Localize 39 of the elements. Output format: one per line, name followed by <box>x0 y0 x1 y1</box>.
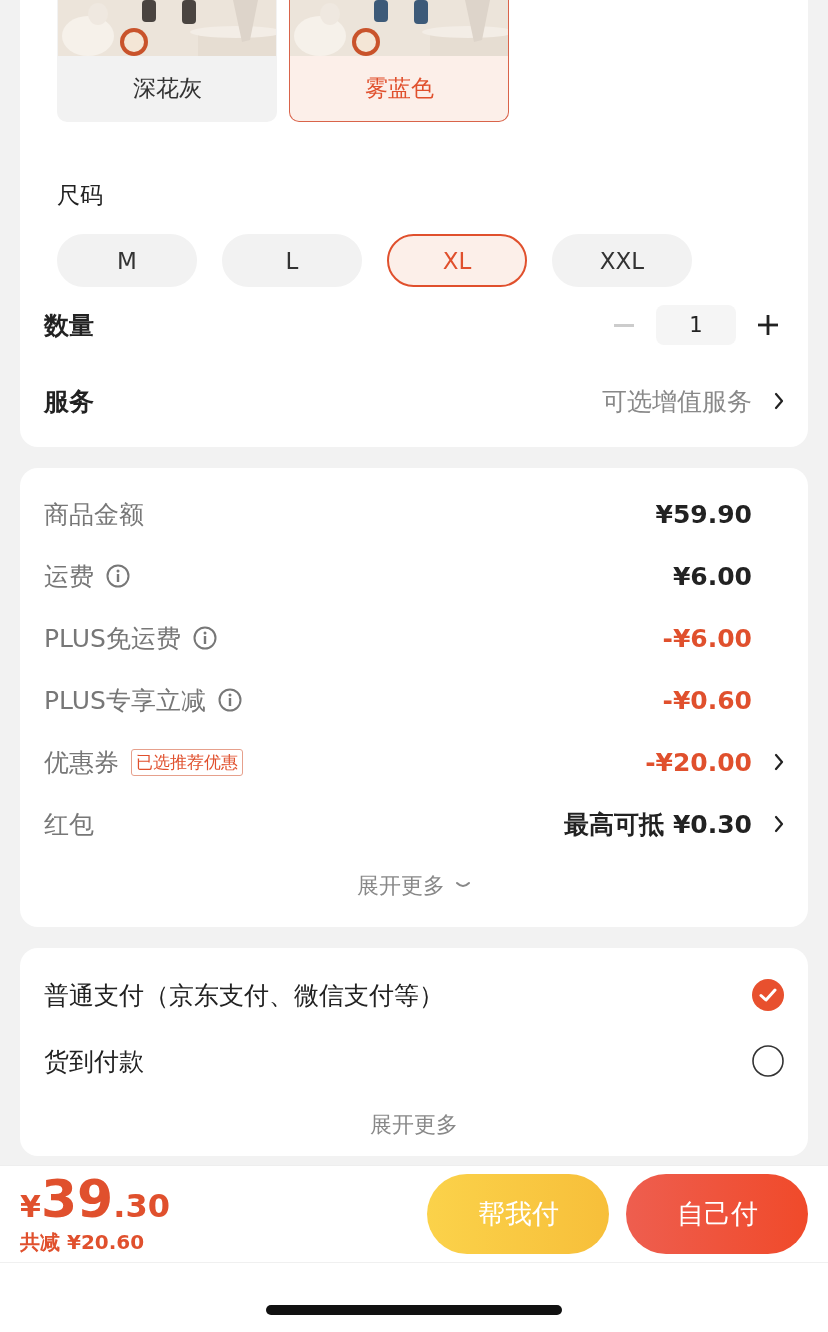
row-label: 红包 <box>44 808 94 841</box>
row-label: 服务 <box>44 385 94 418</box>
service-value[interactable]: 可选增值服务 <box>602 384 752 418</box>
chevron-right-icon <box>774 815 784 833</box>
pay-button[interactable]: 自己付 <box>626 1174 808 1254</box>
coupon-tag: 已选推荐优惠 <box>131 748 243 776</box>
row-label: PLUS免运费 <box>44 622 181 655</box>
size-option[interactable]: L <box>222 234 362 287</box>
color-option[interactable]: 深花灰 <box>57 0 277 122</box>
payment-option[interactable]: 货到付款 <box>44 1044 144 1078</box>
info-icon <box>192 626 217 650</box>
amount-value: -¥20.00 <box>645 747 752 777</box>
info-icon <box>217 688 242 712</box>
row-label: PLUS专享立减 <box>44 684 206 717</box>
expand-link[interactable]: 展开更多 <box>357 871 445 901</box>
size-option[interactable]: M <box>57 234 197 287</box>
size-option[interactable]: XXL <box>552 234 692 287</box>
quantity-field[interactable]: 1 <box>656 305 736 345</box>
chevron-right-icon <box>774 392 784 410</box>
amount-value: 最高可抵 ¥0.30 <box>564 808 752 841</box>
minus-icon <box>614 323 634 327</box>
amount-value: -¥0.60 <box>662 685 752 715</box>
row-label: 优惠券 <box>44 746 119 779</box>
info-icon <box>106 564 130 588</box>
row-label: 商品金额 <box>44 498 144 531</box>
amount-value: ¥59.90 <box>655 499 752 529</box>
row-label: 运费 <box>44 560 94 593</box>
chevron-right-icon <box>774 753 784 771</box>
savings-text: 共减 ¥20.60 <box>20 1228 146 1256</box>
radio-icon[interactable] <box>752 1045 784 1077</box>
plus-icon <box>758 315 778 335</box>
total-price: ¥39.30 <box>20 1172 170 1225</box>
radio-checked-icon[interactable] <box>752 979 784 1011</box>
amount-value: -¥6.00 <box>662 623 752 653</box>
section-heading: 尺码 <box>57 181 104 210</box>
row-label: 数量 <box>44 309 94 342</box>
payment-option[interactable]: 普通支付（京东支付、微信支付等） <box>44 978 444 1012</box>
amount-value: ¥6.00 <box>672 561 752 591</box>
expand-link[interactable]: 展开更多 <box>370 1110 458 1140</box>
